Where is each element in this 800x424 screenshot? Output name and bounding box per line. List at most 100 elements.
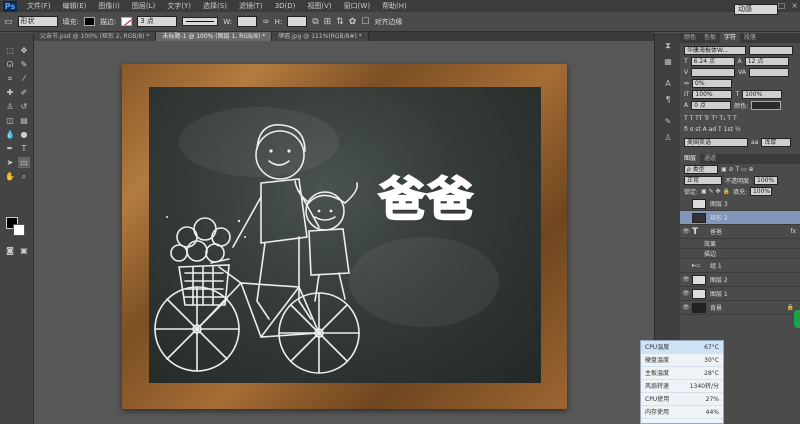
move-tool-icon[interactable]: ✥ bbox=[18, 45, 30, 56]
fill-input[interactable]: 100% bbox=[749, 187, 772, 196]
history-brush-tool-icon[interactable]: ↺ bbox=[18, 101, 30, 112]
type-tool-icon[interactable]: T bbox=[18, 143, 30, 154]
shape-mode-select[interactable]: 形状 bbox=[17, 16, 58, 27]
opacity-input[interactable]: 100% bbox=[754, 176, 779, 185]
gear-icon[interactable]: ✿ bbox=[349, 17, 357, 27]
clone-source-icon[interactable]: ♙ bbox=[662, 133, 674, 143]
quick-mask-icon[interactable]: ◙ bbox=[4, 245, 16, 256]
stroke-width-input[interactable]: 3 点 bbox=[137, 16, 178, 27]
text-color-swatch[interactable] bbox=[751, 101, 782, 110]
pen-tool-icon[interactable]: ✒ bbox=[4, 143, 16, 154]
brush-tool-icon[interactable]: ✐ bbox=[18, 87, 30, 98]
tracking-value-input[interactable] bbox=[748, 68, 789, 77]
eye-icon[interactable]: 👁 bbox=[680, 304, 692, 311]
menu-filter[interactable]: 滤镜(T) bbox=[233, 0, 269, 12]
marquee-tool-icon[interactable]: ⬚ bbox=[4, 45, 16, 56]
crop-tool-icon[interactable]: ⌗ bbox=[4, 73, 16, 84]
menu-window[interactable]: 窗口(W) bbox=[338, 0, 376, 12]
maximize-button[interactable]: □ bbox=[778, 0, 786, 12]
eyedropper-tool-icon[interactable]: ⁄ bbox=[18, 73, 30, 84]
filter-icons[interactable]: ▣ ⊘ T ▭ ⊕ bbox=[721, 166, 754, 173]
width-input[interactable] bbox=[237, 16, 258, 27]
eye-icon[interactable]: 👁 bbox=[680, 290, 692, 297]
tab-untitled-1[interactable]: 未标题-1 @ 100% (图层 1, RGB/8) * bbox=[156, 32, 273, 41]
stamp-tool-icon[interactable]: ♙ bbox=[4, 101, 16, 112]
quick-select-tool-icon[interactable]: ✎ bbox=[18, 59, 30, 70]
zoom-tool-icon[interactable]: ⌕ bbox=[18, 171, 30, 182]
menu-file[interactable]: 文件(F) bbox=[21, 0, 57, 12]
menu-layer[interactable]: 图层(L) bbox=[126, 0, 161, 12]
tab-character[interactable]: 字符 bbox=[720, 33, 741, 43]
link-icon[interactable]: ∞ bbox=[262, 17, 270, 27]
text-style-buttons[interactable]: T T TT Tr T¹ T₁ T T bbox=[684, 115, 737, 122]
layer-row[interactable]: 👁 T 爸爸 fx bbox=[680, 225, 800, 239]
blur-tool-icon[interactable]: 💧 bbox=[4, 129, 16, 140]
tab-father-day[interactable]: 父亲节.psd @ 100% (矩形 2, RGB/8) * bbox=[34, 32, 157, 41]
tab-color[interactable]: 颜色 bbox=[680, 33, 700, 43]
path-align-icon[interactable]: ⊞ bbox=[324, 17, 332, 27]
effect-row[interactable]: 描边 bbox=[680, 249, 800, 259]
menu-image[interactable]: 图像(I) bbox=[92, 0, 126, 12]
layer-kind-select[interactable]: ρ 类型 bbox=[684, 165, 718, 174]
stroke-style-select[interactable] bbox=[182, 17, 219, 26]
paragraph-panel-icon[interactable]: ¶ bbox=[662, 95, 674, 105]
menu-view[interactable]: 视图(V) bbox=[301, 0, 337, 12]
dodge-tool-icon[interactable]: ● bbox=[18, 129, 30, 140]
menu-3d[interactable]: 3D(D) bbox=[269, 0, 302, 12]
lock-icons[interactable]: ▣ ✎ ✥ 🔒 bbox=[701, 188, 730, 195]
effect-row[interactable]: 效果 bbox=[680, 239, 800, 249]
vertical-scale-input[interactable]: 100% bbox=[692, 90, 733, 99]
align-edges-checkbox[interactable]: ☐ bbox=[361, 17, 369, 27]
language-select[interactable]: 美国英语 bbox=[684, 138, 748, 147]
layer-row[interactable]: ▸▭ 组 1 bbox=[680, 259, 800, 273]
height-input[interactable] bbox=[287, 16, 308, 27]
history-panel-icon[interactable]: ⧗ bbox=[662, 41, 674, 51]
layer-row[interactable]: 图层 3 bbox=[680, 197, 800, 211]
screen-mode-icon[interactable]: ▣ bbox=[18, 245, 30, 256]
eye-icon[interactable]: 👁 bbox=[680, 228, 692, 235]
close-button[interactable]: × bbox=[791, 0, 798, 12]
kerning-input[interactable] bbox=[691, 68, 736, 77]
horizontal-scale-input[interactable]: 100% bbox=[742, 90, 783, 99]
menu-help[interactable]: 帮助(H) bbox=[376, 0, 413, 12]
rectangle-tool-icon[interactable]: ▭ bbox=[18, 157, 30, 168]
character-panel-icon[interactable]: A bbox=[662, 79, 674, 89]
baseline-input[interactable]: 0 点 bbox=[691, 101, 732, 110]
gradient-tool-icon[interactable]: ▤ bbox=[18, 115, 30, 126]
font-style-select[interactable] bbox=[749, 46, 793, 55]
path-ops-icon[interactable]: ⧉ bbox=[312, 17, 318, 27]
side-float-button[interactable] bbox=[794, 310, 800, 328]
path-arrange-icon[interactable]: ⇅ bbox=[336, 17, 344, 27]
layer-row[interactable]: 矩形 2 bbox=[680, 211, 800, 225]
workspace-select[interactable]: 动感 bbox=[734, 4, 778, 15]
layer-row[interactable]: 👁 背景 🔒 bbox=[680, 301, 800, 315]
layer-row[interactable]: 👁 图层 1 bbox=[680, 287, 800, 301]
menu-select[interactable]: 选择(S) bbox=[197, 0, 233, 12]
properties-panel-icon[interactable]: ▦ bbox=[662, 57, 674, 67]
fill-swatch[interactable] bbox=[83, 17, 95, 26]
tracking-input[interactable]: 0% bbox=[692, 79, 733, 88]
menu-type[interactable]: 文字(Y) bbox=[161, 0, 197, 12]
lasso-tool-icon[interactable]: ᘏ bbox=[4, 59, 16, 70]
blend-mode-select[interactable]: 正常 bbox=[684, 176, 722, 185]
font-size-input[interactable]: 6.24 点 bbox=[690, 57, 735, 66]
brush-panel-icon[interactable]: ✎ bbox=[662, 117, 674, 127]
eraser-tool-icon[interactable]: ◫ bbox=[4, 115, 16, 126]
eye-icon[interactable]: 👁 bbox=[680, 276, 692, 283]
healing-tool-icon[interactable]: ✚ bbox=[4, 87, 16, 98]
stroke-swatch[interactable] bbox=[121, 17, 133, 26]
path-select-tool-icon[interactable]: ➤ bbox=[4, 157, 16, 168]
tab-paragraph[interactable]: 段落 bbox=[740, 33, 760, 43]
tab-channels[interactable]: 通道 bbox=[700, 154, 720, 164]
tab-swatches[interactable]: 色板 bbox=[700, 33, 720, 43]
leading-input[interactable]: 12 点 bbox=[744, 57, 789, 66]
background-color-swatch[interactable] bbox=[13, 224, 25, 236]
layer-row[interactable]: 👁 图层 2 bbox=[680, 273, 800, 287]
menu-edit[interactable]: 编辑(E) bbox=[57, 0, 93, 12]
opentype-buttons[interactable]: fi ơ st A ad T 1st ½ bbox=[684, 126, 741, 133]
hand-tool-icon[interactable]: ✋ bbox=[4, 171, 16, 182]
antialias-select[interactable]: 浑厚 bbox=[761, 138, 792, 147]
shape-tool-preset-icon[interactable]: ▭ bbox=[4, 17, 13, 27]
font-family-select[interactable]: 华康海报体W... bbox=[684, 46, 746, 55]
tab-plaque[interactable]: 牌匾.jpg @ 111%(RGB/8#) * bbox=[272, 32, 369, 41]
